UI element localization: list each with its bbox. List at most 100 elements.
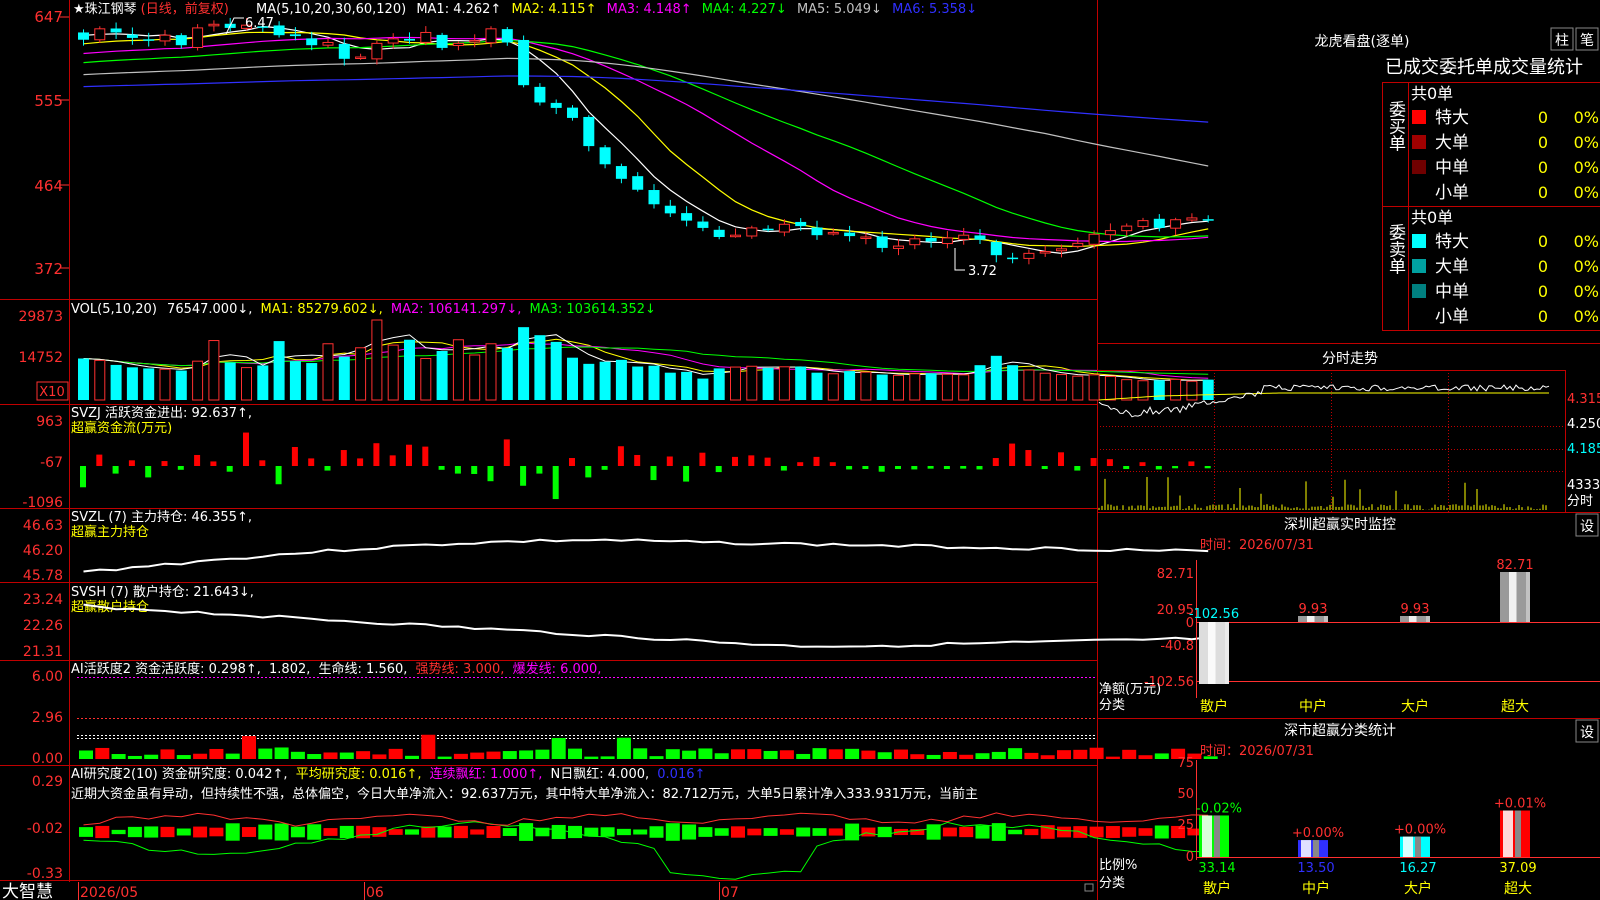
intraday-panel[interactable]: 分时走势 4.315 4.250 4.185 4333 分时 <box>1097 351 1600 512</box>
ai-active-bar <box>1122 749 1137 759</box>
low-label: 3.72 <box>968 264 997 279</box>
sz-stats-panel: 深市超赢分类统计 设 时间：2026/07/31 75 50 25 0 比例% … <box>1099 719 1600 897</box>
vol-bar <box>697 378 709 400</box>
svzj-tick: -1096 <box>22 495 63 511</box>
ai-active-bar <box>845 748 860 759</box>
ma-line <box>83 75 1209 123</box>
vol-bar <box>322 343 334 401</box>
svzj-pane[interactable]: SVZJ 活跃资金进出: 92.637↑, 超赢资金流(万元) 963 -67 … <box>22 405 1211 511</box>
sz-stats-category: 散户 <box>1203 880 1231 897</box>
bi-button-label: 笔 <box>1580 33 1594 49</box>
ai-active-bar <box>877 752 892 759</box>
sz-stats-bar-shade <box>1313 840 1319 857</box>
price-tick: 647 <box>34 8 63 26</box>
sz-stats-tick: 50 <box>1177 787 1194 802</box>
svzj-bar <box>536 466 543 474</box>
sz-monitor-category: 散户 <box>1200 698 1228 715</box>
sz-stats-bar-highlight <box>1503 810 1513 857</box>
svzj-bar <box>862 466 869 470</box>
sz-monitor-category: 超大 <box>1501 699 1529 715</box>
candle <box>1072 242 1084 247</box>
svzj-bar <box>699 452 706 466</box>
vol-bar <box>175 370 187 400</box>
ai-active-pane[interactable]: AI活跃度2 资金活跃度: 0.298↑, 1.802, 生命线: 1.560,… <box>32 661 1218 767</box>
ai-research-bar <box>1154 825 1169 839</box>
svzj-bar <box>585 466 592 478</box>
x-label: 06 <box>366 885 384 900</box>
candle <box>1186 217 1198 221</box>
sz-stats-set-button[interactable]: 设 <box>1575 719 1599 743</box>
svzj-bar <box>846 466 853 470</box>
candle <box>110 28 122 33</box>
ma-header-item: MA3: 4.148↑ <box>607 2 692 17</box>
sz-stats-bar-shade <box>1515 810 1521 857</box>
ai-active-bar <box>616 737 631 759</box>
candle <box>746 227 758 237</box>
dragon-panel: 龙虎看盘(逐单) 柱 笔 已成交委托单成交量统计 委买单 共0单 委卖单 共0单… <box>1315 27 1600 331</box>
candle <box>208 23 220 27</box>
sz-monitor-title: 深圳超赢实时监控 <box>1284 516 1396 533</box>
ai-active-bar <box>258 748 273 759</box>
ai-active-bar <box>535 749 550 759</box>
vol-bar <box>795 366 807 400</box>
vol-bar <box>844 371 856 400</box>
chart-mode: (日线，前复权) <box>141 1 229 17</box>
volume-pane[interactable]: VOL(5,10,20) 76547.000↓, MA1: 85279.602↓… <box>18 302 1214 401</box>
candle <box>534 86 546 103</box>
ai-research-bar <box>356 825 371 839</box>
candle <box>175 35 187 46</box>
vol-bar <box>501 347 513 400</box>
ai-active-bar <box>1024 752 1039 759</box>
vol-bar <box>126 367 138 400</box>
ai-research-bar <box>95 825 110 839</box>
ai-research-bar <box>584 827 599 837</box>
svzj-bar <box>992 458 999 466</box>
lock-icon[interactable] <box>1084 883 1094 892</box>
svsh-pane[interactable]: SVSH (7) 散户持仓: 21.643↓, 超赢散户持仓 23.24 22.… <box>23 584 1209 660</box>
bi-button[interactable]: 笔 <box>1575 27 1599 51</box>
svzj-bar <box>259 460 266 466</box>
ai-active-bar <box>405 755 419 759</box>
buy-row-count: 0 <box>1538 133 1548 152</box>
ai-research-bar <box>1105 826 1120 838</box>
svzj-bar <box>471 466 478 474</box>
sell-row-label: 大单 <box>1435 257 1469 277</box>
vol-header-item: MA3: 103614.352↓ <box>530 302 656 317</box>
sell-row-label: 小单 <box>1435 307 1469 327</box>
sell-row-label: 特大 <box>1435 232 1469 252</box>
svzj-bar <box>797 462 804 466</box>
price-pane[interactable]: 647 555 464 372 ★珠江钢琴 (日线，前复权) MA(5,10,20… <box>34 1 1214 279</box>
svzj-bar <box>324 466 331 471</box>
vol-bar <box>1088 374 1100 401</box>
ai-research-pane[interactable]: AI研究度2(10) 资金研究度: 0.042↑, 平均研究度: 0.016↑,… <box>27 766 1218 882</box>
svzl-pane[interactable]: SVZL (7) 主力持仓: 46.355↑, 超赢主力持仓 46.63 46.… <box>23 510 1209 584</box>
svzl-tick: 45.78 <box>23 568 63 584</box>
vol-bar <box>1121 379 1133 401</box>
sz-monitor-tick: 82.71 <box>1157 567 1194 582</box>
candle <box>338 43 350 59</box>
sz-stats-value: 16.27 <box>1399 861 1436 876</box>
svzl-line1: SVZL (7) 主力持仓: 46.355↑, <box>71 510 252 525</box>
sz-stats-bar-highlight <box>1403 836 1413 857</box>
sz-monitor-set-button[interactable]: 设 <box>1575 513 1599 537</box>
sz-monitor-bar-highlight <box>1509 572 1517 622</box>
svzj-bar <box>96 454 103 466</box>
intraday-price: 4.315 <box>1567 392 1600 407</box>
ai-active-bar <box>209 748 224 759</box>
ai-active-bar <box>1089 747 1104 759</box>
candle <box>1023 252 1035 259</box>
ai-active-bar <box>910 754 925 759</box>
buy-row-swatch <box>1412 160 1426 174</box>
sz-stats-change: +0.01% <box>1494 797 1546 812</box>
buy-row-pct: 0% <box>1574 183 1599 202</box>
zhu-button[interactable]: 柱 <box>1550 27 1574 51</box>
ai-research-header: AI研究度2(10) 资金研究度: 0.042↑, 平均研究度: 0.016↑,… <box>71 766 705 782</box>
ai-active-bar <box>111 754 126 759</box>
candle <box>322 41 334 46</box>
vol-bar <box>1104 375 1116 401</box>
candle <box>1104 230 1116 236</box>
candle <box>681 213 693 221</box>
stock-terminal: 647 555 464 372 ★珠江钢琴 (日线，前复权) MA(5,10,20… <box>0 0 1600 900</box>
sell-row-count: 0 <box>1538 232 1548 251</box>
vol-bar <box>909 373 921 401</box>
